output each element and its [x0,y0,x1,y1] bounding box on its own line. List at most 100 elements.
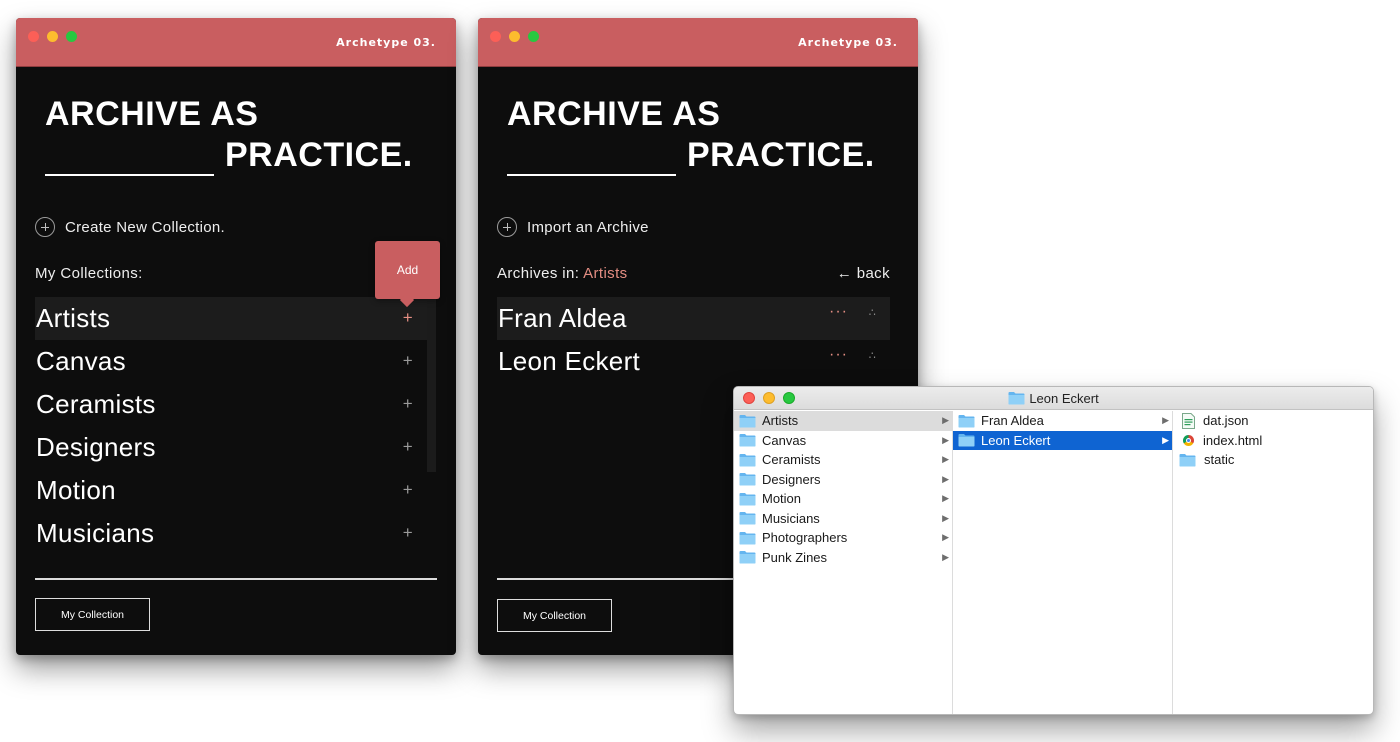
folder-icon [739,550,756,564]
chevron-right-icon: ▶ [1162,434,1169,445]
collection-label: Ceramists [36,389,156,419]
finder-item-artists[interactable]: Artists ▶ [734,411,952,431]
chevron-right-icon: ▶ [942,434,949,445]
back-link[interactable]: ← back [837,265,890,282]
zoom-window-button[interactable] [528,31,539,42]
import-archive-button[interactable]: Import an Archive [497,217,649,237]
finder-item-canvas[interactable]: Canvas ▶ [734,431,952,451]
title-bar: Archetype 03. [478,18,918,67]
folder-icon [739,414,756,428]
archive-row-leon-eckert[interactable]: Leon Eckert ··· ∴ [497,340,890,383]
scrollbar[interactable] [427,298,436,472]
app-window-collections: Archetype 03. ARCHIVE AS PRACTICE. Creat… [16,18,456,655]
folder-icon [739,492,756,506]
archive-label: Leon Eckert [498,346,641,376]
finder-item-motion[interactable]: Motion ▶ [734,489,952,509]
minimize-window-button[interactable] [47,31,58,42]
collection-row-motion[interactable]: Motion + [35,469,427,512]
finder-column-files: dat.json index.html static [1173,411,1373,714]
finder-item-musicians[interactable]: Musicians ▶ [734,509,952,529]
more-options-icon[interactable]: ··· [829,346,848,364]
collections-list: Artists + Canvas + Ceramists + Designers + Motio… [35,297,427,555]
finder-item-label: Photographers [762,530,848,546]
finder-column-collections: Artists ▶ Canvas ▶ Ceramists ▶ Designers ▶ Motio… [734,411,953,714]
add-icon[interactable]: + [403,524,413,541]
finder-item-index-html[interactable]: index.html [1173,431,1373,451]
page-title: ARCHIVE AS PRACTICE. [507,94,875,176]
finder-item-label: Designers [762,471,821,487]
plus-circle-icon [35,217,55,237]
chevron-right-icon: ▶ [1162,415,1169,425]
finder-item-designers[interactable]: Designers ▶ [734,470,952,490]
finder-item-label: static [1204,452,1235,468]
title-line-1: ARCHIVE AS [507,95,721,133]
page-title: ARCHIVE AS PRACTICE. [45,94,413,176]
finder-item-photographers[interactable]: Photographers ▶ [734,528,952,548]
finder-window: Leon Eckert Artists ▶ Canvas ▶ Ceramists ▶ Des… [733,386,1374,715]
title-blank-underline [507,145,676,176]
collection-row-canvas[interactable]: Canvas + [35,340,427,383]
add-icon[interactable]: + [403,395,413,412]
minimize-window-button[interactable] [509,31,520,42]
title-line-2: PRACTICE. [225,136,413,174]
add-icon[interactable]: + [403,438,413,455]
finder-item-dat-json[interactable]: dat.json [1173,411,1373,431]
my-collection-button[interactable]: My Collection [497,599,612,632]
add-icon[interactable]: + [403,309,413,326]
zoom-window-button[interactable] [66,31,77,42]
my-collection-button[interactable]: My Collection [35,598,150,631]
chevron-right-icon: ▶ [942,512,949,523]
title-bar: Archetype 03. [16,18,456,67]
folder-icon [1179,453,1196,467]
finder-title: Leon Eckert [734,391,1373,406]
chevron-right-icon: ▶ [942,551,949,562]
folder-icon [739,433,756,447]
finder-item-label: Musicians [762,510,820,526]
finder-item-leon-eckert[interactable]: Leon Eckert ▶ [953,430,1172,450]
chevron-right-icon: ▶ [942,415,949,425]
archives-list: Fran Aldea ··· ∴ Leon Eckert ··· ∴ [497,297,890,383]
finder-title-bar: Leon Eckert [734,387,1373,410]
create-collection-button[interactable]: Create New Collection. [35,217,225,237]
finder-item-punk-zines[interactable]: Punk Zines ▶ [734,548,952,568]
finder-item-label: Punk Zines [762,549,828,565]
chevron-right-icon: ▶ [942,493,949,503]
collection-row-designers[interactable]: Designers + [35,426,427,469]
finder-item-label: Fran Aldea [981,413,1044,429]
drag-handle-icon[interactable]: ∴ [869,349,876,362]
archive-row-fran-aldea[interactable]: Fran Aldea ··· ∴ [497,297,890,340]
chevron-right-icon: ▶ [942,454,949,464]
archive-label: Fran Aldea [498,303,627,333]
finder-item-static[interactable]: static [1173,450,1373,470]
drag-handle-icon[interactable]: ∴ [869,306,876,319]
finder-item-fran-aldea[interactable]: Fran Aldea ▶ [953,411,1172,431]
add-icon[interactable]: + [403,481,413,498]
chevron-right-icon: ▶ [942,532,949,542]
folder-icon [739,472,756,486]
import-archive-label: Import an Archive [527,218,649,236]
collection-row-ceramists[interactable]: Ceramists + [35,383,427,426]
brand-label: Archetype 03. [798,36,898,49]
more-options-icon[interactable]: ··· [829,303,848,321]
finder-item-label: Artists [762,413,799,429]
collection-label: Musicians [36,518,155,548]
finder-item-label: Leon Eckert [981,432,1051,448]
close-window-button[interactable] [490,31,501,42]
brand-label: Archetype 03. [336,36,436,49]
close-window-button[interactable] [28,31,39,42]
collection-row-musicians[interactable]: Musicians + [35,512,427,555]
add-tooltip: Add [375,241,440,299]
folder-icon [958,414,975,428]
title-blank-underline [45,145,214,176]
folder-icon [958,433,975,447]
current-collection-link[interactable]: Artists [583,265,627,282]
collection-row-artists[interactable]: Artists + [35,297,427,340]
finder-item-ceramists[interactable]: Ceramists ▶ [734,450,952,470]
create-collection-label: Create New Collection. [65,218,225,236]
collection-label: Artists [36,303,111,333]
chrome-html-icon [1183,434,1194,446]
finder-item-label: Motion [762,491,802,507]
folder-icon [739,531,756,545]
add-icon[interactable]: + [403,352,413,369]
finder-item-label: Ceramists [762,452,821,468]
